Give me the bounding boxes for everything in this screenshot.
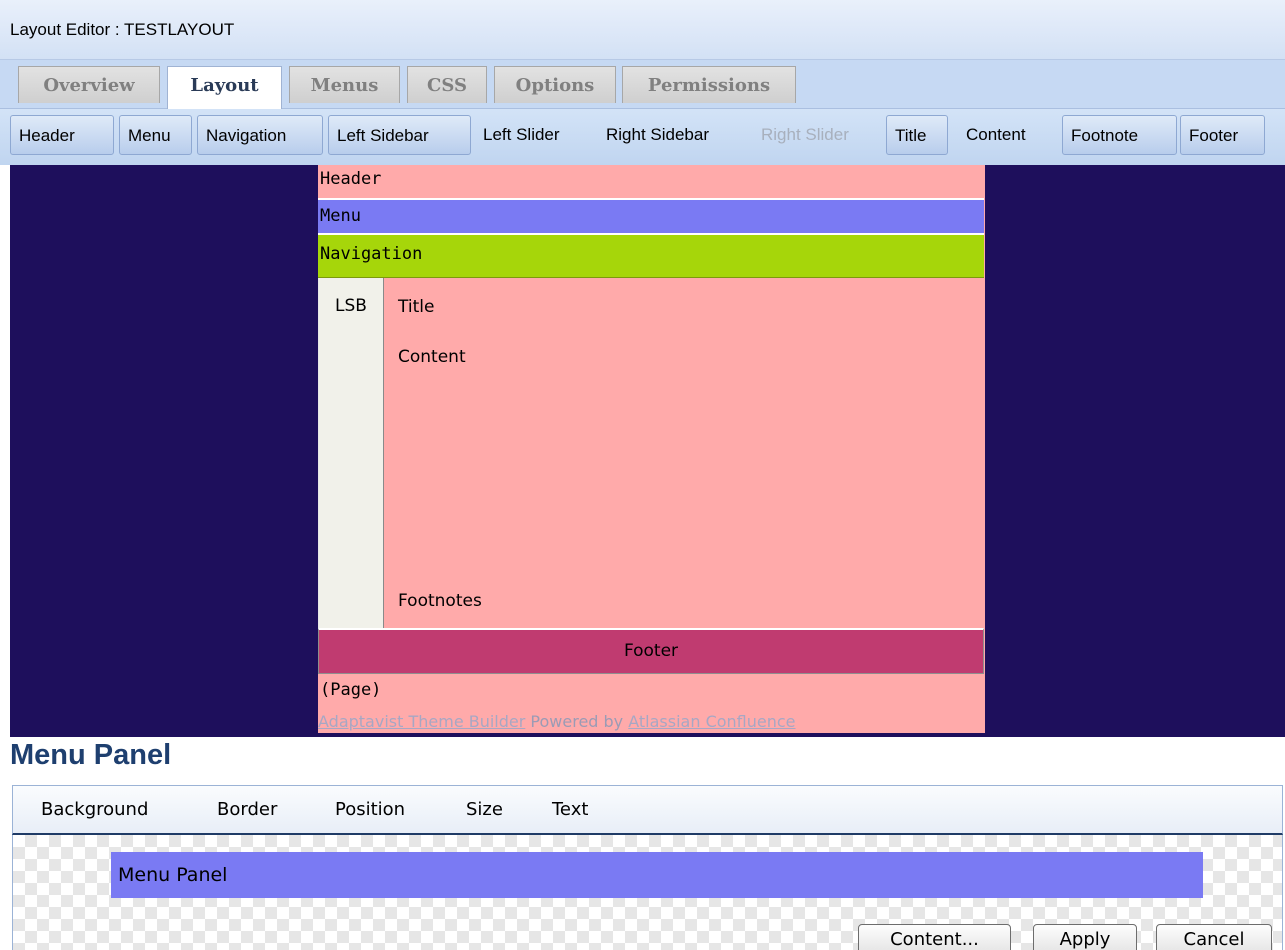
powered-by-text: Powered by xyxy=(525,712,629,731)
panel-preview-area: Menu Panel Content... Apply Cancel xyxy=(12,835,1283,950)
panel-tab-background[interactable]: Background xyxy=(41,799,148,820)
tab-layout[interactable]: Layout xyxy=(167,66,282,109)
navigation-region-label: Navigation xyxy=(320,244,423,264)
panel-tab-text[interactable]: Text xyxy=(552,799,588,820)
tab-overview[interactable]: Overview xyxy=(18,66,160,103)
panel-property-tabs: Background Border Position Size Text xyxy=(12,785,1283,835)
section-title-button[interactable]: Title xyxy=(886,115,948,155)
panel-tab-position[interactable]: Position xyxy=(335,799,405,820)
content-button[interactable]: Content... xyxy=(858,924,1011,950)
section-right-slider-button: Right Slider xyxy=(761,125,849,144)
window-title: Layout Editor : TESTLAYOUT xyxy=(10,20,235,39)
atlassian-confluence-link[interactable]: Atlassian Confluence xyxy=(628,712,795,731)
menu-panel-preview: Menu Panel xyxy=(111,852,1203,898)
content-region-label[interactable]: Content xyxy=(398,347,466,367)
layout-preview-canvas: Header Menu Navigation LSB Title Content… xyxy=(10,165,1285,737)
page-region-label: (Page) xyxy=(320,680,382,700)
navigation-region[interactable]: Navigation xyxy=(318,235,984,278)
tab-css[interactable]: CSS xyxy=(407,66,487,103)
menu-region[interactable]: Menu xyxy=(318,198,984,235)
adaptavist-theme-builder-link[interactable]: Adaptavist Theme Builder xyxy=(318,712,525,731)
section-menu-button[interactable]: Menu xyxy=(119,115,192,155)
tab-menus[interactable]: Menus xyxy=(289,66,400,103)
left-sidebar-label: LSB xyxy=(335,296,367,316)
left-sidebar-region[interactable]: LSB xyxy=(318,278,384,628)
main-tab-bar: Overview Layout Menus CSS Options Permis… xyxy=(0,60,1285,109)
section-left-slider-button[interactable]: Left Slider xyxy=(475,115,595,155)
menu-panel-preview-label: Menu Panel xyxy=(118,864,228,886)
section-right-sidebar-button[interactable]: Right Sidebar xyxy=(598,115,748,155)
tab-permissions[interactable]: Permissions xyxy=(622,66,796,103)
layout-section-bar: Header Menu Navigation Left Sidebar Left… xyxy=(0,109,1285,165)
section-footnote-button[interactable]: Footnote xyxy=(1062,115,1177,155)
cancel-button[interactable]: Cancel xyxy=(1156,924,1272,950)
section-left-sidebar-button[interactable]: Left Sidebar xyxy=(328,115,471,155)
window-title-bar: Layout Editor : TESTLAYOUT xyxy=(0,0,1285,60)
section-content-button[interactable]: Content xyxy=(958,115,1058,155)
footnotes-region-label[interactable]: Footnotes xyxy=(398,591,482,611)
menu-region-label: Menu xyxy=(320,206,361,226)
section-footer-button[interactable]: Footer xyxy=(1180,115,1265,155)
title-region-label[interactable]: Title xyxy=(398,297,434,317)
panel-tab-size[interactable]: Size xyxy=(466,799,503,820)
section-navigation-button[interactable]: Navigation xyxy=(197,115,323,155)
panel-heading: Menu Panel xyxy=(10,739,172,771)
apply-button[interactable]: Apply xyxy=(1033,924,1137,950)
section-header-button[interactable]: Header xyxy=(10,115,114,155)
footer-region[interactable]: Footer xyxy=(318,628,984,674)
header-region-label[interactable]: Header xyxy=(318,169,381,189)
tab-options[interactable]: Options xyxy=(494,66,616,103)
panel-tab-border[interactable]: Border xyxy=(217,799,277,820)
credit-line: Adaptavist Theme Builder Powered by Atla… xyxy=(318,712,990,731)
footer-region-label: Footer xyxy=(623,641,679,661)
page-region[interactable]: Header Menu Navigation LSB Title Content… xyxy=(318,165,985,733)
